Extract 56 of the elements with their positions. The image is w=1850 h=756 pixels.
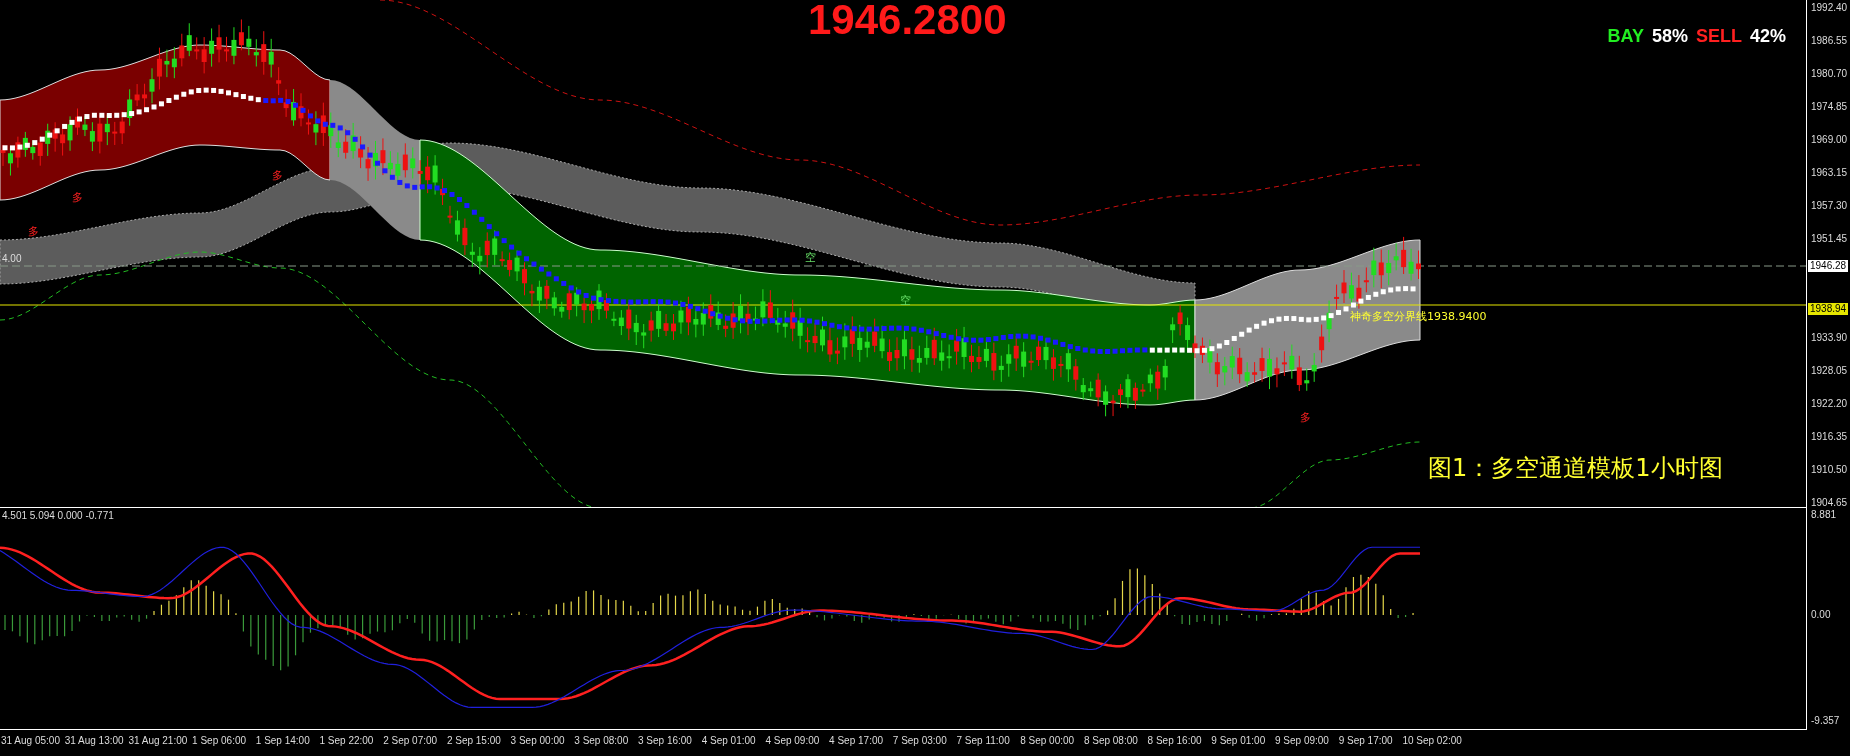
price-axis-label: 1922.20	[1811, 398, 1848, 410]
time-axis-label: 7 Sep 11:00	[956, 735, 1010, 746]
signal-marker: 空	[805, 250, 816, 265]
current-price-tag: 1946.28	[1808, 260, 1849, 272]
line-label: 4.00	[2, 253, 22, 264]
time-axis-label: 1 Sep 22:00	[319, 735, 374, 746]
time-axis-label: 2 Sep 15:00	[446, 735, 501, 746]
time-axis-label: 10 Sep 02:00	[1402, 735, 1462, 746]
price-axis-label: 1957.30	[1811, 200, 1848, 212]
divider-price-tag: 1938.94	[1808, 303, 1849, 315]
signal-marker: 多	[72, 190, 83, 205]
price-axis-label: 1904.65	[1811, 497, 1848, 509]
time-axis-label: 1 Sep 14:00	[255, 735, 310, 746]
price-axis-label: 1980.70	[1811, 68, 1848, 80]
buy-percentage: 58%	[1651, 26, 1688, 47]
time-axis-label: 3 Sep 08:00	[574, 735, 629, 746]
time-axis-label: 8 Sep 16:00	[1147, 735, 1202, 746]
price-axis-label: 1992.40	[1811, 2, 1848, 14]
price-axis-label: 1969.00	[1811, 134, 1848, 146]
current-price-display: 1946.2800	[808, 0, 1007, 44]
indicator-axis-label: -9.357	[1811, 715, 1840, 727]
time-axis-label: 31 Aug 21:00	[128, 735, 188, 746]
time-axis-label: 4 Sep 01:00	[701, 735, 756, 746]
time-axis-label: 4 Sep 09:00	[765, 735, 820, 746]
time-axis-label: 9 Sep 01:00	[1211, 735, 1266, 746]
sell-percentage: 42%	[1749, 26, 1786, 47]
price-axis-label: 1916.35	[1811, 431, 1848, 443]
price-axis-label: 1933.90	[1811, 332, 1848, 344]
chart-title: 图1：多空通道模板1小时图	[1428, 453, 1723, 484]
time-axis-label: 4 Sep 17:00	[829, 735, 884, 746]
sell-label: SELL	[1695, 26, 1742, 47]
price-axis-label: 1974.85	[1811, 101, 1848, 113]
time-axis-label: 3 Sep 16:00	[638, 735, 692, 746]
time-axis-label: 31 Aug 13:00	[64, 735, 124, 746]
time-axis-label: 1 Sep 06:00	[192, 735, 247, 746]
time-axis-label: 9 Sep 09:00	[1275, 735, 1329, 746]
price-axis-label: 1910.50	[1811, 464, 1848, 476]
time-axis-label: 2 Sep 07:00	[383, 735, 438, 746]
price-axis-label: 1928.05	[1811, 365, 1848, 377]
time-axis-label: 31 Aug 05:00	[1, 735, 60, 746]
signal-marker: 多	[28, 224, 39, 239]
price-axis-label: 1986.55	[1811, 35, 1848, 47]
time-axis-label: 8 Sep 00:00	[1020, 735, 1075, 746]
price-axis-label: 1951.45	[1811, 233, 1848, 245]
signal-marker: 多	[1300, 410, 1311, 425]
time-axis-label: 3 Sep 00:00	[510, 735, 565, 746]
time-axis-label: 9 Sep 17:00	[1338, 735, 1393, 746]
signal-marker: 多	[272, 168, 283, 183]
price-axis-label: 1963.15	[1811, 167, 1848, 179]
indicator-values: 4.501 5.094 0.000 -0.771	[2, 510, 114, 521]
time-axis-label: 8 Sep 08:00	[1083, 735, 1138, 746]
buy-label: BAY	[1607, 26, 1644, 47]
time-axis-label: 7 Sep 03:00	[892, 735, 947, 746]
indicator-axis-label: 0.00	[1811, 609, 1831, 621]
signal-marker: 空	[900, 293, 911, 308]
indicator-axis-label: 8.881	[1811, 509, 1837, 521]
